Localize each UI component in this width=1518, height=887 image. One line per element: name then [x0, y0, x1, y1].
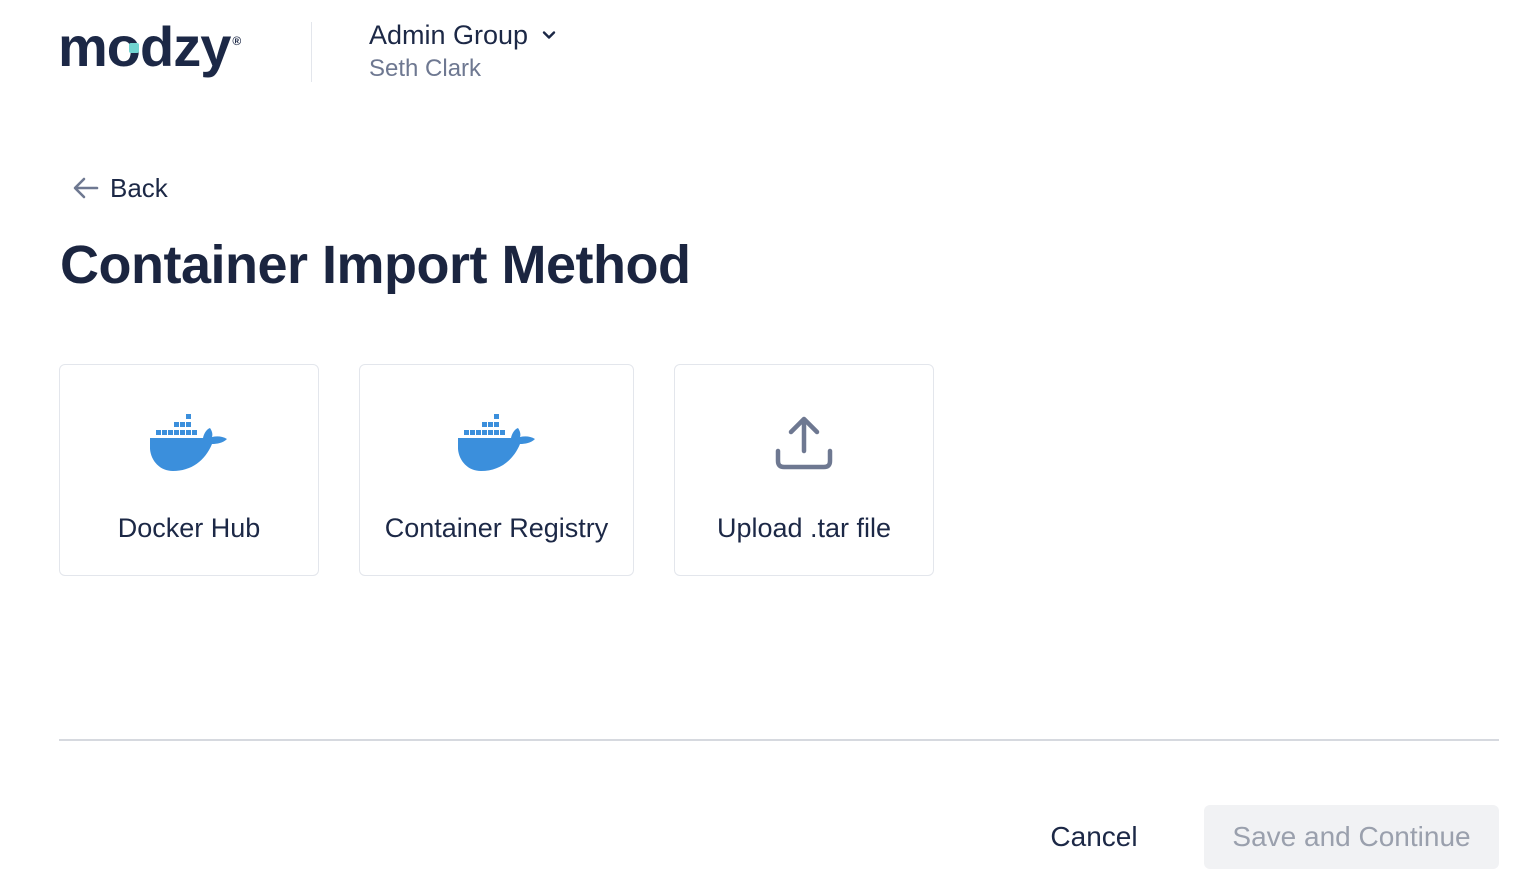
modzy-logo[interactable]: modzy ® [58, 14, 241, 80]
save-and-continue-button[interactable]: Save and Continue [1204, 805, 1499, 869]
group-switcher: Admin Group Seth Clark [369, 18, 558, 86]
docker-whale-icon [457, 414, 535, 471]
back-label: Back [110, 172, 168, 203]
page: modzy ® Admin Group Seth Clark Back Cont… [0, 0, 1518, 887]
upload-icon [775, 416, 833, 470]
method-card-container-registry[interactable]: Container Registry [359, 364, 634, 576]
arrow-left-icon [73, 177, 99, 199]
registered-mark: ® [232, 34, 242, 48]
method-card-docker-hub[interactable]: Docker Hub [59, 364, 319, 576]
method-card-upload-tar[interactable]: Upload .tar file [674, 364, 934, 576]
page-title: Container Import Method [60, 235, 691, 295]
top-header: modzy ® Admin Group Seth Clark [0, 0, 1518, 110]
method-label: Upload .tar file [716, 513, 892, 543]
method-label: Docker Hub [117, 513, 261, 543]
cancel-button[interactable]: Cancel [1028, 806, 1160, 868]
group-name: Admin Group [369, 20, 529, 50]
user-name: Seth Clark [369, 55, 482, 82]
footer-divider [59, 739, 1499, 741]
header-divider [311, 22, 312, 82]
logo-accent-dot [129, 43, 139, 53]
logo-wordmark: modzy [58, 15, 231, 78]
docker-whale-icon [150, 414, 227, 471]
back-link[interactable]: Back [70, 172, 168, 204]
method-label: Container Registry [384, 513, 609, 543]
chevron-down-icon [542, 31, 556, 39]
group-dropdown-toggle[interactable]: Admin Group [369, 18, 558, 52]
